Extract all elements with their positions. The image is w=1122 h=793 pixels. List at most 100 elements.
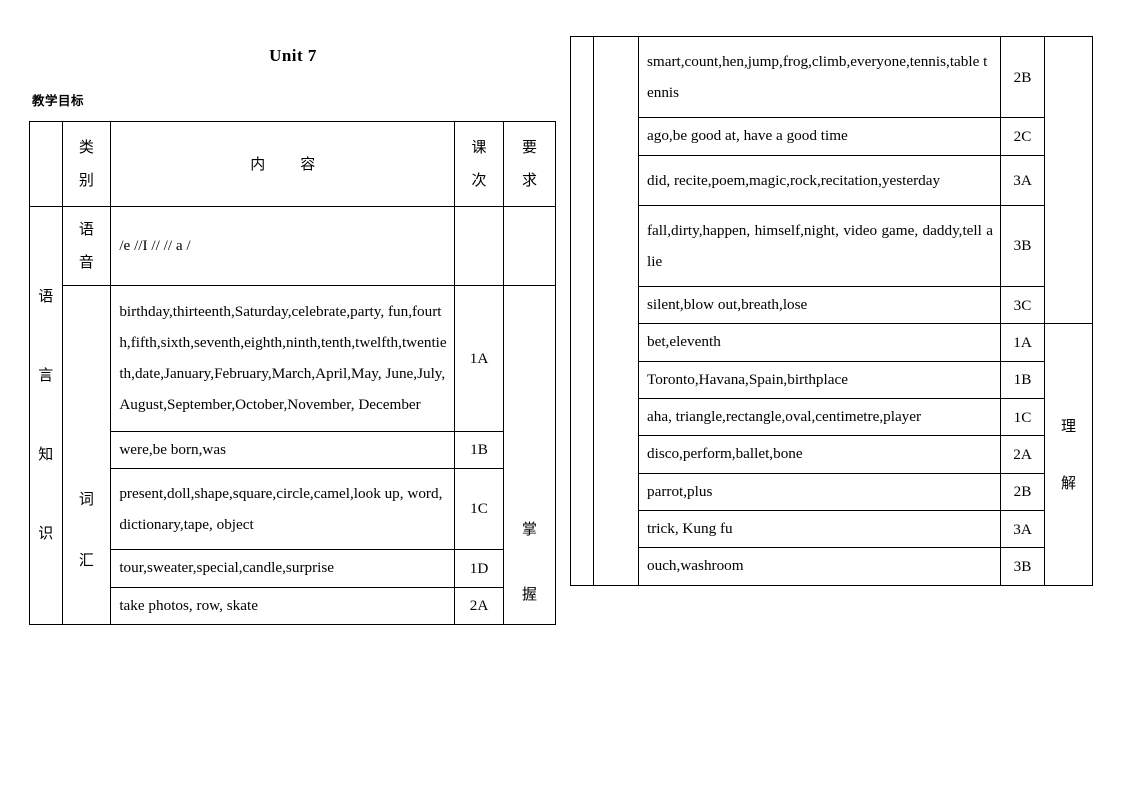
vocab-content-text: aha, triangle,rectangle,oval,centimetre,… xyxy=(647,408,922,426)
vocab-content-cell: aha, triangle,rectangle,oval,centimetre,… xyxy=(638,398,1001,437)
vocab-lesson-cell: 3C xyxy=(1000,286,1045,325)
vocab-lesson-cell: 1C xyxy=(454,467,504,551)
table-header-row: 类 别 内 容 课 次 要 求 xyxy=(29,121,557,207)
vocab-lesson-cell: 3A xyxy=(1000,509,1045,549)
vocab-lesson-cell: 2C xyxy=(1000,117,1045,156)
type-label-continuation xyxy=(593,36,639,586)
table-row-understand-2a: disco,perform,ballet,bone 2A xyxy=(571,435,1093,474)
vocab-content-text: disco,perform,ballet,bone xyxy=(647,445,803,463)
phonetics-lesson-cell xyxy=(454,206,504,286)
vocab-content-cell: were,be born,was xyxy=(110,430,456,469)
vocabulary-char-2: 汇 xyxy=(78,550,94,569)
vocab-content-text: smart,count,hen,jump,frog,climb,everyone… xyxy=(647,53,988,102)
vocab-content-cell: bet,eleventh xyxy=(638,323,1001,362)
vocab-content-cell: trick, Kung fu xyxy=(638,509,1001,549)
vocabulary-char-1: 词 xyxy=(78,489,94,508)
vocab-content-text: were,be born,was xyxy=(119,440,227,458)
master-char-1: 掌 xyxy=(521,520,537,539)
phonetics-content-cell: /e //I // // a / xyxy=(110,206,456,286)
vocab-lesson-cell: 3B xyxy=(1000,547,1045,586)
vocab-lesson-cell: 3A xyxy=(1000,154,1045,206)
category-label-continuation xyxy=(570,36,594,586)
requirement-label-understand: 理 解 xyxy=(1044,323,1093,586)
vocab-lesson-cell: 1B xyxy=(454,430,504,469)
vocab-lesson-cell: 2B xyxy=(1000,35,1045,119)
vocab-content-cell: ouch,washroom xyxy=(638,547,1001,586)
vocab-lesson-cell: 1A xyxy=(454,285,504,432)
table-row-vocab-1a: 词 汇 birthday,thirteenth,Saturday,celebra… xyxy=(30,285,557,625)
vocab-content-text: fall,dirty,happen, himself,night, video … xyxy=(647,221,993,270)
table-row-understand-1c: aha, triangle,rectangle,oval,centimetre,… xyxy=(571,398,1093,437)
vocab-lesson-cell: 1B xyxy=(1000,360,1045,400)
vocab-lesson-cell: 1C xyxy=(1000,398,1045,437)
table-row-vocab-3b: fall,dirty,happen, himself,night, video … xyxy=(571,204,1093,288)
vocab-content-text: trick, Kung fu xyxy=(647,519,733,537)
table-row-understand-1a: bet,eleventh 1A 理 解 xyxy=(571,323,1093,586)
section-heading: 教学目标 xyxy=(32,93,85,108)
vocab-lesson-cell: 1A xyxy=(1000,323,1045,362)
vocab-lesson-cell: 2A xyxy=(1000,435,1045,474)
table-row-phonetics: 语 言 知 识 语 音 /e //I // // a / xyxy=(29,206,557,625)
phonetics-requirement-cell xyxy=(502,206,557,286)
table-row-vocab-2b: smart,count,hen,jump,frog,climb,everyone… xyxy=(570,35,1093,586)
table-row-vocab-3a: did, recite,poem,magic,rock,recitation,y… xyxy=(571,154,1093,206)
table-row-vocab-3c: silent,blow out,breath,lose 3C xyxy=(571,286,1093,325)
vocab-content-text: silent,blow out,breath,lose xyxy=(647,296,808,314)
header-lesson-char-2: 次 xyxy=(471,171,487,189)
category-char-2: 言 xyxy=(38,366,54,385)
master-char-2: 握 xyxy=(521,585,537,604)
header-lesson-char-1: 课 xyxy=(471,138,487,156)
vocab-content-text: did, recite,poem,magic,rock,recitation,y… xyxy=(647,171,941,189)
vocab-content-text: bet,eleventh xyxy=(647,333,721,351)
header-category-char-1: 类 xyxy=(78,138,94,156)
vocab-lesson-cell: 3B xyxy=(1000,204,1045,288)
header-requirement-char-1: 要 xyxy=(521,138,537,156)
vocab-content-cell: did, recite,poem,magic,rock,recitation,y… xyxy=(638,154,1001,206)
vocab-content-cell: present,doll,shape,square,circle,camel,l… xyxy=(110,467,456,551)
phonetics-char-1: 语 xyxy=(78,220,94,238)
type-label-phonetics: 语 音 xyxy=(61,206,112,286)
category-label-language-knowledge: 语 言 知 识 xyxy=(29,206,63,625)
phonetics-content-text: /e //I // // a / xyxy=(119,237,191,255)
vocab-content-text: Toronto,Havana,Spain,birthplace xyxy=(647,370,848,388)
vocab-content-cell: ago,be good at, have a good time xyxy=(638,117,1001,156)
vocab-lesson-cell: 1D xyxy=(454,549,504,588)
vocab-content-text: take photos, row, skate xyxy=(119,596,258,614)
table-row-understand-1b: Toronto,Havana,Spain,birthplace 1B xyxy=(571,360,1093,400)
category-char-3: 知 xyxy=(38,445,54,464)
vocab-content-cell: smart,count,hen,jump,frog,climb,everyone… xyxy=(638,35,1001,119)
header-category-char-2: 别 xyxy=(78,171,94,189)
teaching-objectives-table-right: smart,count,hen,jump,frog,climb,everyone… xyxy=(570,35,1093,586)
phonetics-char-2: 音 xyxy=(78,253,94,271)
vocab-content-cell: Toronto,Havana,Spain,birthplace xyxy=(638,360,1001,400)
header-cell-lesson: 课 次 xyxy=(454,121,504,207)
understand-char-2: 解 xyxy=(1060,473,1076,492)
header-cell-requirement: 要 求 xyxy=(502,121,557,207)
requirement-label-master-continuation xyxy=(1044,35,1093,325)
header-requirement-char-2: 求 xyxy=(521,171,537,189)
vocab-content-cell: parrot,plus xyxy=(638,472,1001,511)
vocab-content-cell: fall,dirty,happen, himself,night, video … xyxy=(638,204,1001,288)
vocab-content-cell: birthday,thirteenth,Saturday,celebrate,p… xyxy=(110,285,456,432)
vocab-content-text: parrot,plus xyxy=(647,482,713,500)
table-row-understand-3b: ouch,washroom 3B xyxy=(571,547,1093,586)
header-cell-content: 内 容 xyxy=(110,121,456,207)
vocab-content-cell: disco,perform,ballet,bone xyxy=(638,435,1001,474)
vocab-lesson-cell: 2A xyxy=(454,586,504,625)
vocab-content-cell: silent,blow out,breath,lose xyxy=(638,286,1001,325)
header-cell-blank xyxy=(29,121,63,207)
category-char-1: 语 xyxy=(38,287,54,306)
teaching-objectives-table-left: 类 别 内 容 课 次 要 求 语 言 知 识 语 音 /e //I // //… xyxy=(29,121,557,625)
vocab-content-text: tour,sweater,special,candle,surprise xyxy=(119,559,335,577)
vocab-content-cell: take photos, row, skate xyxy=(110,586,456,625)
table-row-understand-3a: trick, Kung fu 3A xyxy=(571,509,1093,549)
understand-char-1: 理 xyxy=(1060,416,1076,435)
page-title: Unit 7 xyxy=(269,46,317,65)
category-char-4: 识 xyxy=(38,524,54,543)
type-label-vocabulary: 词 汇 xyxy=(61,285,112,625)
vocab-content-text: ouch,washroom xyxy=(647,557,744,575)
vocab-content-cell: tour,sweater,special,candle,surprise xyxy=(110,549,456,588)
vocab-content-text: present,doll,shape,square,circle,camel,l… xyxy=(119,484,443,534)
table-row-understand-2b: parrot,plus 2B xyxy=(571,472,1093,511)
vocab-content-text: ago,be good at, have a good time xyxy=(647,127,848,145)
